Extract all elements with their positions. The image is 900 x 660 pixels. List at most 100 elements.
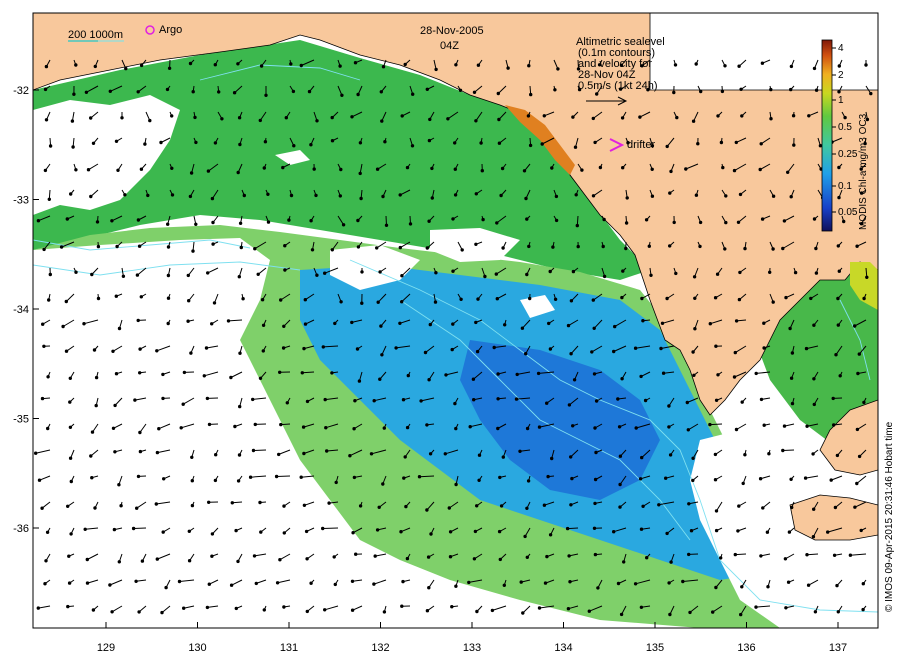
velocity-vector-head bbox=[68, 400, 72, 404]
velocity-vector-head bbox=[711, 610, 715, 614]
velocity-vector-head bbox=[762, 423, 766, 427]
velocity-vector-head bbox=[479, 141, 483, 145]
velocity-vector-head bbox=[68, 376, 73, 380]
velocity-vector-head bbox=[580, 168, 584, 172]
velocity-vector-head bbox=[477, 478, 481, 482]
velocity-vector-head bbox=[302, 346, 306, 351]
velocity-vector-head bbox=[333, 582, 337, 587]
velocity-vector-head bbox=[567, 554, 571, 558]
velocity-vector-head bbox=[499, 504, 504, 508]
velocity-vector-head bbox=[571, 115, 575, 119]
velocity-vector-head bbox=[503, 323, 507, 327]
velocity-vector-head bbox=[236, 559, 240, 564]
velocity-vector-head bbox=[768, 270, 772, 274]
velocity-vector-head bbox=[108, 583, 112, 587]
velocity-vector-head bbox=[591, 298, 595, 302]
velocity-vector-head bbox=[855, 427, 860, 432]
velocity-vector-head bbox=[274, 474, 279, 479]
velocity-vector-head bbox=[659, 346, 663, 351]
velocity-vector-head bbox=[96, 296, 101, 301]
velocity-vector-head bbox=[454, 63, 458, 67]
velocity-vector-head bbox=[69, 192, 73, 196]
velocity-vector-head bbox=[789, 195, 793, 199]
velocity-vector-head bbox=[602, 274, 607, 279]
velocity-vector-head bbox=[668, 244, 672, 248]
velocity-vector-head bbox=[90, 476, 94, 480]
velocity-vector-head bbox=[669, 169, 673, 174]
y-tick-label: -33 bbox=[13, 195, 29, 207]
velocity-vector-head bbox=[375, 167, 380, 171]
velocity-vector-head bbox=[713, 296, 718, 300]
velocity-vector-head bbox=[864, 63, 868, 67]
velocity-vector-head bbox=[157, 427, 161, 431]
velocity-vector-head bbox=[131, 526, 136, 531]
velocity-vector-head bbox=[446, 117, 450, 121]
velocity-vector-head bbox=[567, 403, 572, 407]
velocity-vector-head bbox=[84, 90, 89, 95]
velocity-vector-head bbox=[476, 63, 481, 67]
velocity-vector-head bbox=[693, 296, 697, 300]
velocity-vector-head bbox=[853, 505, 857, 509]
velocity-vector-head bbox=[68, 456, 73, 460]
velocity-vector-head bbox=[495, 221, 499, 225]
velocity-vector-head bbox=[429, 532, 433, 536]
velocity-vector-head bbox=[593, 140, 597, 145]
velocity-vector-head bbox=[312, 167, 316, 171]
x-tick-label: 137 bbox=[829, 642, 847, 654]
chlorophyll-map: 129 130 131 132 133 134 135 136 137 -32 -33 -34 -35… bbox=[13, 12, 895, 654]
velocity-vector-head bbox=[360, 301, 364, 305]
velocity-vector-head bbox=[716, 114, 720, 118]
velocity-vector-head bbox=[40, 396, 45, 401]
velocity-vector-head bbox=[394, 346, 398, 350]
colorbar-tick-label: 0.05 bbox=[838, 207, 858, 218]
velocity-vector-head bbox=[477, 453, 482, 457]
velocity-vector-head bbox=[65, 217, 70, 221]
x-tick-label: 135 bbox=[646, 642, 664, 654]
velocity-vector-head bbox=[299, 475, 303, 479]
velocity-vector-head bbox=[542, 503, 547, 507]
velocity-vector-head bbox=[191, 90, 195, 94]
velocity-vector-head bbox=[138, 430, 142, 435]
velocity-vector-head bbox=[428, 452, 433, 456]
velocity-vector-head bbox=[134, 579, 138, 583]
velocity-vector-head bbox=[380, 353, 384, 357]
velocity-vector-head bbox=[528, 143, 533, 148]
velocity-vector-head bbox=[140, 559, 145, 563]
velocity-vector-head bbox=[474, 119, 478, 123]
velocity-vector-head bbox=[238, 221, 243, 226]
velocity-vector-head bbox=[453, 401, 457, 406]
velocity-vector-head bbox=[649, 273, 653, 277]
velocity-vector-head bbox=[811, 535, 816, 539]
velocity-vector-head bbox=[403, 62, 407, 67]
velocity-vector-head bbox=[323, 271, 327, 275]
velocity-vector-head bbox=[500, 166, 505, 171]
velocity-vector-head bbox=[179, 426, 183, 430]
velocity-vector-head bbox=[136, 474, 141, 479]
velocity-vector-head bbox=[402, 476, 406, 480]
velocity-vector-head bbox=[155, 557, 160, 561]
velocity-vector-head bbox=[111, 426, 116, 430]
velocity-vector-head bbox=[433, 300, 438, 304]
velocity-vector-head bbox=[791, 114, 796, 118]
velocity-vector-head bbox=[411, 92, 415, 96]
velocity-vector-head bbox=[687, 552, 691, 557]
velocity-vector-head bbox=[281, 346, 286, 350]
velocity-vector-head bbox=[786, 580, 791, 584]
velocity-vector-head bbox=[238, 142, 242, 147]
velocity-vector-head bbox=[427, 219, 431, 223]
velocity-vector-head bbox=[451, 217, 455, 221]
velocity-vector bbox=[709, 423, 723, 426]
velocity-vector-head bbox=[400, 300, 404, 304]
velocity-vector-head bbox=[647, 244, 651, 248]
velocity-vector-head bbox=[639, 374, 643, 379]
velocity-vector-head bbox=[569, 352, 573, 356]
velocity-vector-head bbox=[166, 296, 171, 300]
velocity-vector-head bbox=[92, 348, 97, 352]
velocity-vector-head bbox=[190, 455, 194, 459]
velocity-vector-head bbox=[782, 219, 787, 223]
velocity-vector-head bbox=[550, 456, 554, 461]
colorbar-tick-label: 0.1 bbox=[838, 181, 852, 192]
velocity-vector-head bbox=[814, 271, 819, 275]
velocity-vector-head bbox=[352, 475, 357, 480]
velocity-vector-head bbox=[352, 427, 356, 431]
